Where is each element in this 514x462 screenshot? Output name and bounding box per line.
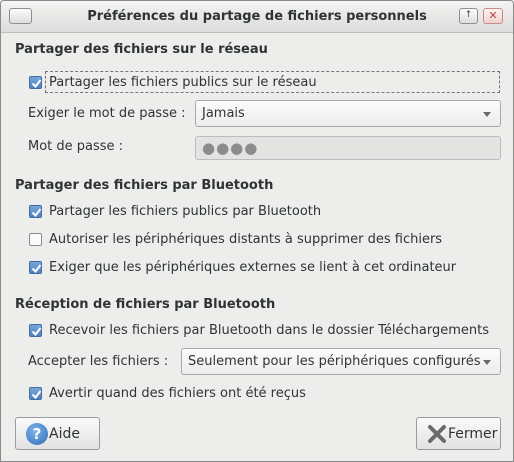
require-pairing-checkbox[interactable]: Exiger que les périphériques externes se… <box>29 257 456 277</box>
bluetooth-share-section-heading: Partager des fichiers par Bluetooth <box>15 178 274 193</box>
bluetooth-receive-section-heading: Réception de fichiers par Bluetooth <box>15 297 276 312</box>
checkbox-checked-icon <box>29 323 42 337</box>
help-icon: ? <box>26 422 48 445</box>
checkbox-checked-icon <box>29 260 42 274</box>
require-password-combo[interactable]: Jamais <box>195 100 501 127</box>
accept-files-combo[interactable]: Seulement pour les périphériques configu… <box>181 348 501 375</box>
preferences-window: Préférences du partage de fichiers perso… <box>0 0 514 462</box>
close-button[interactable]: Fermer <box>416 417 501 450</box>
chevron-down-icon <box>483 112 491 117</box>
receive-files-label: Recevoir les fichiers par Bluetooth dans… <box>49 322 489 338</box>
close-button-label: Fermer <box>448 425 498 442</box>
allow-remote-delete-checkbox[interactable]: Autoriser les périphériques distants à s… <box>29 229 442 249</box>
accept-files-label: Accepter les fichiers : <box>28 354 169 369</box>
password-label: Mot de passe : <box>28 139 124 154</box>
share-public-network-label: Partager les fichiers publics sur le rés… <box>49 74 317 90</box>
notify-received-label: Avertir quand des fichiers ont été reçus <box>49 385 306 401</box>
maximize-button[interactable]: ↑ <box>459 8 478 24</box>
help-button-label: Aide <box>49 425 80 442</box>
share-public-bluetooth-label: Partager les fichiers publics par Blueto… <box>49 203 322 219</box>
checkbox-checked-icon <box>29 75 42 89</box>
require-pairing-label: Exiger que les périphériques externes se… <box>49 259 457 275</box>
window-title: Préférences du partage de fichiers perso… <box>87 9 427 24</box>
network-section-heading: Partager des fichiers sur le réseau <box>15 42 268 57</box>
require-password-label: Exiger le mot de passe : <box>28 106 186 121</box>
require-password-value: Jamais <box>202 106 245 121</box>
maximize-icon: ↑ <box>464 10 473 20</box>
close-x-icon: ✕ <box>488 9 498 22</box>
share-public-bluetooth-checkbox[interactable]: Partager les fichiers publics par Blueto… <box>29 201 321 221</box>
checkbox-checked-icon <box>29 204 42 218</box>
receive-files-checkbox[interactable]: Recevoir les fichiers par Bluetooth dans… <box>29 320 489 340</box>
close-window-button[interactable]: ✕ <box>483 8 503 24</box>
password-field[interactable]: ●●●● <box>195 136 501 160</box>
chevron-down-icon <box>483 360 491 365</box>
titlebar: Préférences du partage de fichiers perso… <box>1 1 513 33</box>
allow-remote-delete-label: Autoriser les périphériques distants à s… <box>49 231 443 247</box>
help-button[interactable]: ? Aide <box>15 417 100 450</box>
notify-received-checkbox[interactable]: Avertir quand des fichiers ont été reçus <box>29 383 306 403</box>
checkbox-unchecked-icon <box>29 232 42 246</box>
accept-files-value: Seulement pour les périphériques configu… <box>188 354 481 369</box>
close-icon <box>427 424 447 444</box>
checkbox-checked-icon <box>29 386 42 400</box>
share-public-network-checkbox[interactable]: Partager les fichiers publics sur le rés… <box>29 72 317 92</box>
